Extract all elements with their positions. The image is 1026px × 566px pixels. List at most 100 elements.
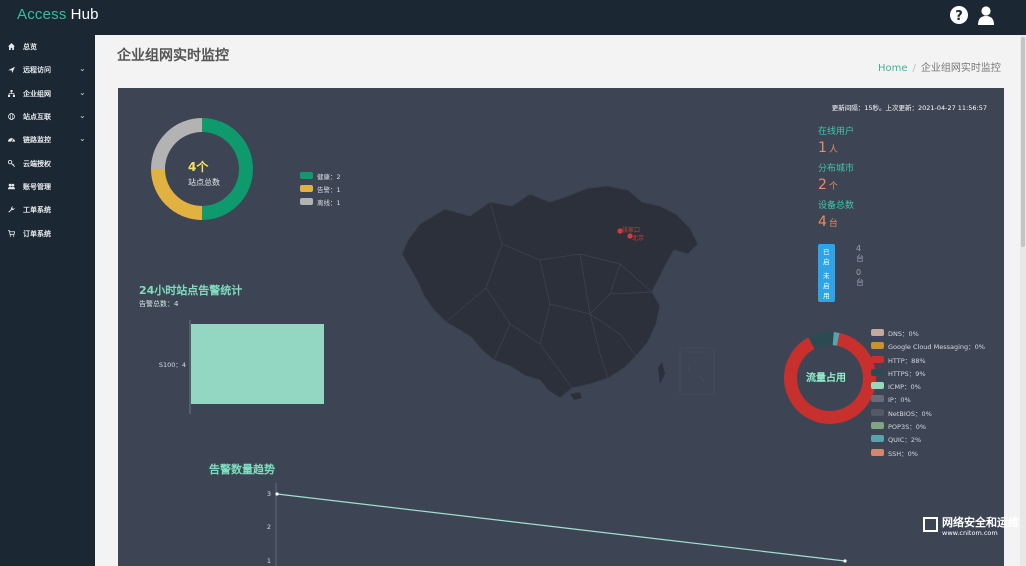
legend-swatch <box>871 448 884 456</box>
legend-label: HTTP：88% <box>888 356 926 365</box>
disabled-devices-tag[interactable]: 未启用 <box>818 268 835 302</box>
cities-count: 2个 <box>818 177 838 193</box>
sidebar-item-remote-access[interactable]: 远程访问 ⌄ <box>0 59 95 81</box>
alarm-24h-title: 24小时站点告警统计 <box>139 284 243 297</box>
key-icon <box>8 160 15 167</box>
sidebar-item-label: 云端授权 <box>23 160 51 168</box>
alarm-24h-subtitle: 告警总数：4 <box>139 300 179 308</box>
sidebar-item-overview[interactable]: 总览 <box>0 36 95 58</box>
china-map: 张家口 北京 <box>401 185 699 400</box>
monitor-panel: 更新间隔：15秒。上次更新：2021-04-27 11:56:57 4个 站点总… <box>118 88 1004 566</box>
alarm-trend-line-chart: 3 2 1 <box>267 483 847 566</box>
south-sea-inset <box>679 347 715 395</box>
brand-suffix: Hub <box>70 6 99 23</box>
legend-swatch <box>300 172 313 179</box>
trend-y-tick-label: 2 <box>267 523 271 531</box>
sidebar-item-link-monitor[interactable]: 链路监控 ⌄ <box>0 129 95 151</box>
bar-category-label: S100：4 <box>159 361 186 369</box>
sidebar-item-label: 站点互联 <box>23 113 51 121</box>
chevron-down-icon: ⌄ <box>79 88 86 97</box>
alarm-24h-bar-chart: S100：4 <box>159 320 324 414</box>
traffic-donut-label: 流量占用 <box>806 373 846 384</box>
brand-name: Access <box>17 6 67 23</box>
app-logo[interactable]: Access Hub <box>17 6 99 23</box>
online-users-label: 在线用户 <box>818 127 855 137</box>
sidebar-item-order-system[interactable]: 订单系统 <box>0 223 95 245</box>
online-users-count: 1人 <box>818 140 838 156</box>
legend-swatch <box>871 342 884 350</box>
legend-swatch <box>871 355 884 363</box>
trend-y-tick-label: 1 <box>267 557 271 565</box>
map-city-label-zhangjiakou: 张家口 <box>622 226 640 234</box>
sidebar-item-cloud-license[interactable]: 云端授权 <box>0 153 95 175</box>
legend-label: Google Cloud Messaging：0% <box>888 343 985 352</box>
sidebar-item-enterprise-network[interactable]: 企业组网 ⌄ <box>0 83 95 105</box>
update-status-text: 更新间隔：15秒。上次更新：2021-04-27 11:56:57 <box>831 104 987 112</box>
site-total-label: 站点总数 <box>188 178 220 187</box>
wrench-icon <box>8 206 15 213</box>
hainan-island <box>570 392 582 400</box>
legend-label: ICMP：0% <box>888 383 921 392</box>
alarm-bar-s100 <box>191 324 324 404</box>
legend-label: DNS：0% <box>888 330 919 338</box>
legend-swatch <box>871 382 884 390</box>
site-status-slice[interactable] <box>202 118 253 220</box>
cities-unit: 个 <box>828 182 838 192</box>
watermark-icon <box>923 517 938 532</box>
sidebar-item-site-interconnect[interactable]: 站点互联 ⌄ <box>0 106 95 128</box>
sidebar-item-label: 链路监控 <box>23 136 51 144</box>
help-icon[interactable]: ? <box>949 5 971 27</box>
top-bar: Access Hub ? <box>0 0 1026 35</box>
watermark-url: www.cnitom.com <box>942 529 998 537</box>
dashboard-icon <box>8 138 15 142</box>
breadcrumb: Home / 企业组网实时监控 <box>878 59 1001 74</box>
breadcrumb-current: 企业组网实时监控 <box>920 63 1001 74</box>
trend-series-line <box>276 493 846 562</box>
scrollbar-thumb[interactable] <box>1021 37 1025 247</box>
sidebar-item-label: 工单系统 <box>23 206 51 214</box>
breadcrumb-home-link[interactable]: Home <box>878 63 908 74</box>
legend-label: HTTPS：9% <box>888 369 926 378</box>
watermark-title: 网络安全和运维 <box>942 516 1019 529</box>
sidebar-item-label: 总览 <box>23 43 37 51</box>
svg-text:?: ? <box>955 9 963 24</box>
legend-label: 健康：2 <box>317 173 341 181</box>
legend-swatch <box>300 185 313 192</box>
sidebar-item-label: 订单系统 <box>23 230 51 238</box>
chevron-down-icon: ⌄ <box>79 111 86 120</box>
users-icon <box>8 183 15 190</box>
watermark-logo: 网络安全和运维 www.cnitom.com <box>923 514 1023 538</box>
devices-label: 设备总数 <box>818 201 855 211</box>
legend-label: QUIC：2% <box>888 436 922 445</box>
legend-swatch <box>871 329 884 336</box>
user-icon[interactable] <box>976 5 998 27</box>
plane-icon <box>8 66 15 73</box>
disabled-devices-value: 0台 <box>856 268 864 287</box>
globe-icon <box>8 113 15 120</box>
enabled-devices-value: 4台 <box>856 244 864 263</box>
site-total-count: 4个 <box>188 160 209 174</box>
sidebar-item-account-manage[interactable]: 账号管理 <box>0 176 95 198</box>
map-landmass <box>401 185 699 399</box>
map-city-label-beijing: 北京 <box>632 234 644 242</box>
devices-unit: 台 <box>828 219 838 229</box>
devices-count: 4台 <box>818 214 838 230</box>
legend-label: NetBIOS：0% <box>888 409 932 418</box>
legend-label: POP3S：0% <box>888 423 927 432</box>
online-users-value: 1 <box>818 140 827 156</box>
trend-y-tick-label: 3 <box>267 490 271 498</box>
trend-point <box>843 559 847 563</box>
sitemap-icon <box>8 90 15 97</box>
legend-label: 离线：1 <box>317 199 341 207</box>
devices-value: 4 <box>818 214 827 230</box>
sidebar-item-label: 远程访问 <box>23 66 51 74</box>
page-title: 企业组网实时监控 <box>117 48 229 64</box>
chevron-down-icon: ⌄ <box>79 134 86 143</box>
legend-label: IP：0% <box>888 396 911 405</box>
sidebar-item-label: 企业组网 <box>23 90 51 98</box>
legend-swatch <box>871 408 884 416</box>
page-scrollbar[interactable] <box>1020 35 1026 566</box>
sidebar-item-ticket-system[interactable]: 工单系统 <box>0 199 95 221</box>
home-icon <box>8 43 15 50</box>
legend-swatch <box>871 368 884 376</box>
